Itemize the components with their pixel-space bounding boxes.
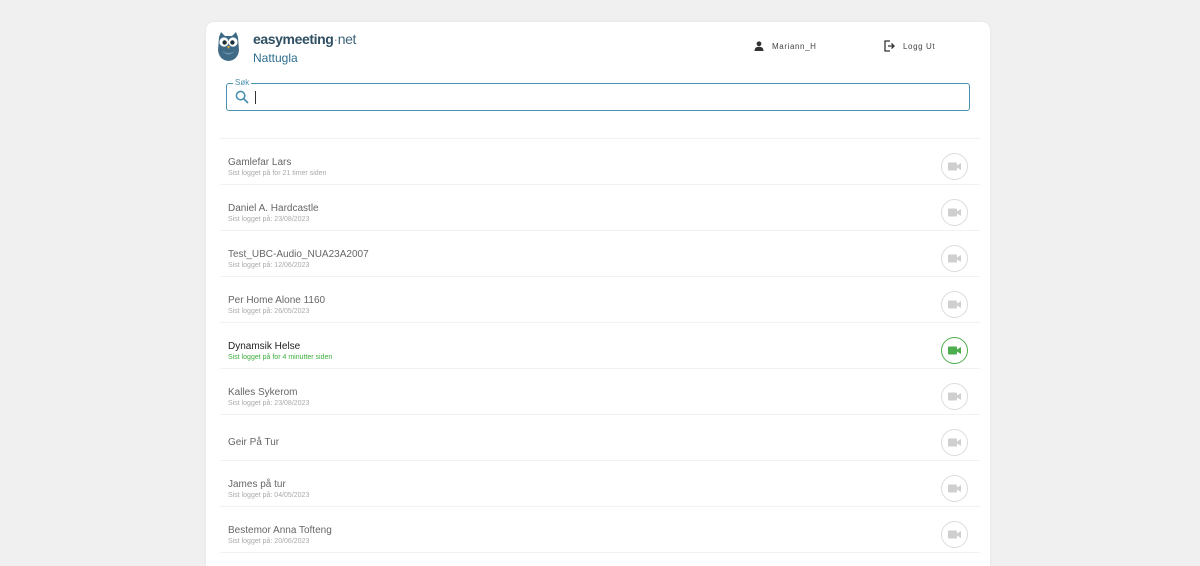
video-camera-icon (948, 392, 961, 401)
contact-row[interactable]: Geir På Tur (220, 415, 980, 461)
contact-name: Geir På Tur (228, 437, 280, 448)
contact-last-login: Sist logget på: 12/06/2023 (228, 262, 310, 269)
video-call-button[interactable] (941, 291, 968, 318)
video-call-button[interactable] (941, 245, 968, 272)
owl-logo-icon (218, 32, 239, 61)
contact-name: Gamlefar Lars (228, 157, 292, 168)
video-camera-icon (948, 484, 961, 493)
video-call-button[interactable] (941, 383, 968, 410)
contact-row[interactable]: James på tur Sist logget på: 04/05/2023 (220, 461, 980, 507)
brand-wordmark: easymeeting·net (253, 31, 356, 47)
site-name: Nattugla (253, 51, 298, 65)
contact-name: Dynamsik Helse (228, 341, 301, 352)
contact-row[interactable]: Per Home Alone 1160 Sist logget på: 26/0… (220, 277, 980, 323)
video-call-button[interactable] (941, 199, 968, 226)
text-caret (255, 91, 256, 104)
contact-row[interactable]: Daniel A. Hardcastle Sist logget på: 23/… (220, 185, 980, 231)
contact-row[interactable]: Kalles Sykerom Sist logget på: 23/08/202… (220, 369, 980, 415)
contact-row[interactable]: Bestemor Anna Tofteng Sist logget på: 20… (220, 507, 980, 553)
search-field[interactable]: Søk (226, 78, 970, 111)
contact-row[interactable]: Test_UBC-Audio_NUA23A2007 Sist logget på… (220, 231, 980, 277)
contact-last-login: Sist logget på for 4 minutter siden (228, 354, 333, 361)
contact-name: Bestemor Anna Tofteng (228, 525, 332, 536)
video-camera-icon (948, 208, 961, 217)
contact-last-login: Sist logget på: 23/08/2023 (228, 216, 310, 223)
video-camera-icon (948, 346, 961, 355)
main-card: easymeeting·net Nattugla Mariann_H Logg … (206, 22, 990, 566)
video-call-button[interactable] (941, 153, 968, 180)
contact-name: Per Home Alone 1160 (228, 295, 326, 306)
contact-name: Test_UBC-Audio_NUA23A2007 (228, 249, 369, 260)
video-call-button[interactable] (941, 337, 968, 364)
video-call-button[interactable] (941, 475, 968, 502)
contact-row[interactable]: Gamlefar Lars Sist logget på for 21 time… (220, 139, 980, 185)
video-camera-icon (948, 438, 961, 447)
current-user: Mariann_H (754, 41, 817, 51)
video-camera-icon (948, 300, 961, 309)
header: easymeeting·net Nattugla Mariann_H Logg … (206, 22, 990, 77)
brand-name-suffix: net (337, 31, 357, 47)
search-icon (235, 90, 249, 104)
contact-last-login: Sist logget på: 26/05/2023 (228, 308, 310, 315)
search-label: Søk (233, 78, 252, 87)
logout-button[interactable]: Logg Ut (884, 40, 935, 52)
search-input[interactable] (255, 87, 955, 107)
brand-name-bold: easymeeting (253, 31, 334, 47)
contact-last-login: Sist logget på: 20/06/2023 (228, 538, 310, 545)
contact-row[interactable]: Dynamsik Helse Sist logget på for 4 minu… (220, 323, 980, 369)
video-call-button[interactable] (941, 429, 968, 456)
video-call-button[interactable] (941, 521, 968, 548)
user-icon (754, 41, 764, 51)
logout-icon (884, 40, 895, 52)
contact-name: Kalles Sykerom (228, 387, 298, 398)
video-camera-icon (948, 162, 961, 171)
contact-name: James på tur (228, 479, 286, 490)
contact-last-login: Sist logget på for 21 timer siden (228, 170, 327, 177)
logout-label: Logg Ut (903, 41, 936, 51)
contact-name: Daniel A. Hardcastle (228, 203, 319, 214)
contact-list: Gamlefar Lars Sist logget på for 21 time… (220, 138, 980, 553)
username-label: Mariann_H (772, 41, 817, 51)
video-camera-icon (948, 530, 961, 539)
video-camera-icon (948, 254, 961, 263)
contact-last-login: Sist logget på: 04/05/2023 (228, 492, 310, 499)
contact-last-login: Sist logget på: 23/08/2023 (228, 400, 310, 407)
